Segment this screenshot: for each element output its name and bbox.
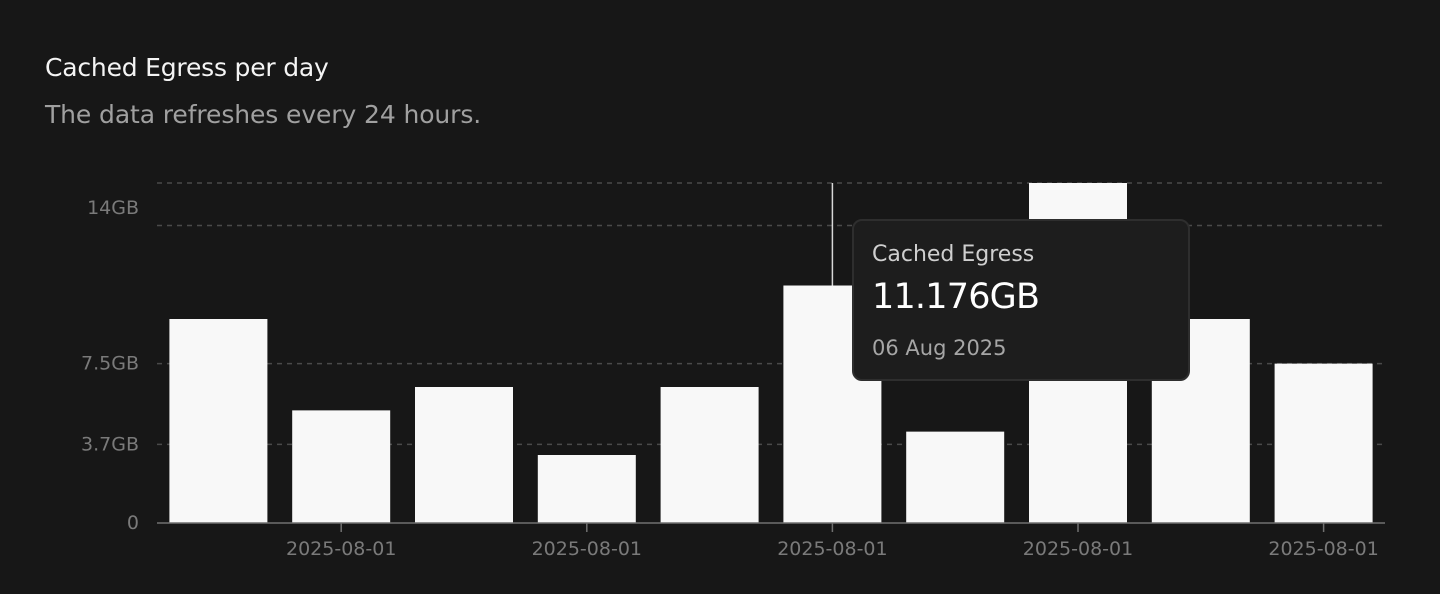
bar[interactable]: [537, 455, 636, 523]
x-tick-label: 2025-08-01: [1023, 538, 1133, 560]
x-tick-label: 2025-08-01: [532, 538, 642, 560]
bar[interactable]: [660, 387, 759, 523]
y-tick-label: 7.5GB: [81, 353, 139, 375]
x-tick-label: 2025-08-01: [286, 538, 396, 560]
bar[interactable]: [906, 431, 1005, 523]
y-tick-label: 0: [127, 512, 139, 534]
x-tick-label: 2025-08-01: [1268, 538, 1378, 560]
y-tick-label: 3.7GB: [81, 433, 139, 455]
hover-tooltip: Cached Egress 11.176GB 06 Aug 2025: [852, 219, 1190, 381]
bar[interactable]: [415, 387, 513, 523]
bar[interactable]: [1274, 363, 1373, 523]
x-tick-label: 2025-08-01: [777, 538, 887, 560]
bar-chart[interactable]: 0 3.7GB 7.5GB 14GB 2025-08-01 2025-08-01 2025-…: [0, 0, 1440, 594]
bar[interactable]: [292, 410, 391, 523]
chart-panel: Cached Egress per day The data refreshes…: [0, 0, 1440, 594]
bar[interactable]: [169, 319, 268, 523]
tooltip-date: 06 Aug 2025: [872, 336, 1007, 360]
tooltip-series-label: Cached Egress: [872, 242, 1035, 267]
tooltip-value: 11.176GB: [872, 277, 1040, 317]
y-tick-label: 14GB: [87, 197, 139, 219]
